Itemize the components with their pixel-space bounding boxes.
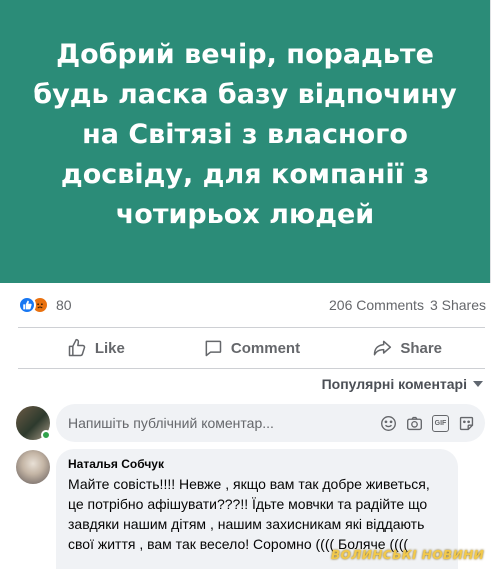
emoji-icon[interactable] [380, 415, 397, 432]
comment-label: Comment [230, 339, 301, 357]
comment-author[interactable]: Наталья Собчук [68, 457, 446, 471]
post-banner: Добрий вечір, порадьте будь ласка базу в… [0, 0, 490, 283]
share-label: Share [400, 339, 443, 357]
post-actions: Like Comment Share [18, 330, 485, 366]
commenter-avatar[interactable] [16, 450, 50, 484]
comment-button[interactable]: Comment [174, 330, 330, 366]
comment-text: Майте совість!!!! Невже , якщо вам так д… [68, 476, 430, 552]
post-banner-text: Добрий вечір, порадьте будь ласка базу в… [33, 38, 457, 230]
gif-icon[interactable]: GIF [432, 414, 449, 432]
online-status-dot [41, 430, 51, 440]
comment-composer[interactable]: GIF [56, 404, 485, 442]
divider-top [18, 327, 485, 328]
thumbs-up-icon [68, 338, 86, 357]
watermark-logo: ВОЛИНСЬКІ НОВИНИ [331, 548, 485, 562]
reaction-count[interactable]: 80 [56, 297, 72, 313]
sort-label: Популярні коментарі [321, 376, 467, 392]
caret-down-icon [473, 381, 483, 387]
like-button[interactable]: Like [18, 330, 174, 366]
share-icon [374, 340, 392, 356]
gif-badge: GIF [432, 414, 449, 432]
reactions-summary[interactable]: 80 [18, 296, 72, 314]
like-label: Like [94, 339, 125, 357]
camera-icon[interactable] [406, 415, 423, 432]
like-reaction-icon [18, 296, 36, 314]
post-stats: 80 206 Comments 3 Shares [18, 293, 486, 317]
comments-count-link[interactable]: 206 Comments [329, 297, 424, 313]
share-button[interactable]: Share [329, 330, 485, 366]
comment-input[interactable] [68, 415, 368, 431]
comment-icon [205, 340, 222, 357]
page-edge [490, 0, 497, 283]
shares-count-link[interactable]: 3 Shares [430, 297, 486, 313]
divider-bottom [18, 368, 485, 369]
sticker-icon[interactable] [458, 415, 475, 432]
comment-sort-dropdown[interactable]: Популярні коментарі [322, 376, 483, 392]
